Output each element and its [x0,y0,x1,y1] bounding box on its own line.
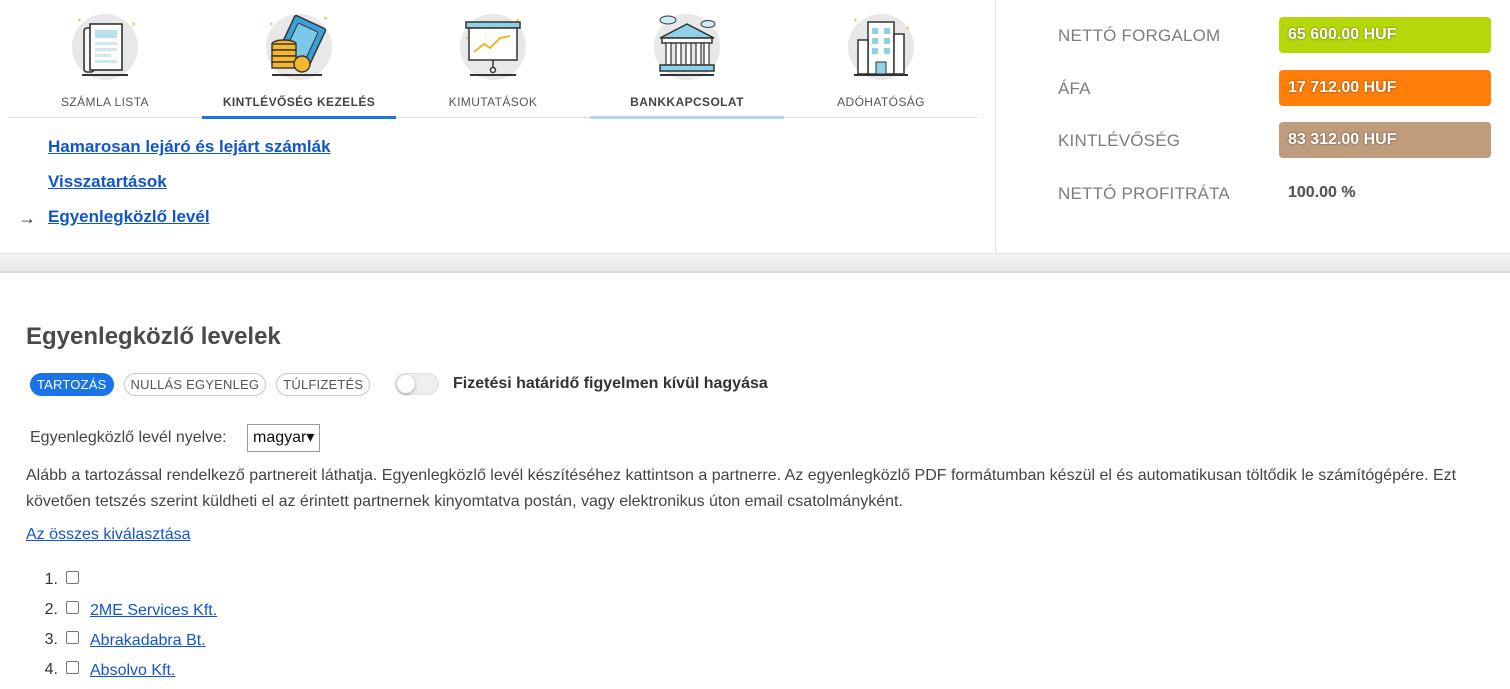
partner-list: 1. 2. 2ME Services Kft. 3. Abrakadabra B… [40,565,440,685]
partner-checkbox[interactable] [66,571,79,584]
description-text: Alább a tartozással rendelkező partnerei… [26,467,1457,510]
stat-value-badge: 83 312.00 HUF [1279,122,1491,158]
select-all-link[interactable]: Az összes kiválasztása [26,526,191,544]
tab-bankkapcsolat[interactable]: BANKKAPCSOLAT [590,0,784,119]
main-content: Egyenlegközlő levelek TARTOZÁS NULLÁS EG… [0,275,1510,689]
balance-letter-link[interactable]: Egyenlegközlő levél [48,207,210,227]
stat-value: 100.00 % [1288,184,1356,201]
stat-netto-profitrata: NETTÓ PROFITRÁTA 100.00 % [1058,175,1498,211]
stat-value-badge: 65 600.00 HUF [1279,17,1491,53]
filter-tartozas[interactable]: TARTOZÁS [30,373,114,396]
tab-kimutatasok[interactable]: KIMUTATÁSOK [396,0,590,118]
list-number: 2. [44,601,58,618]
toggle-label: Fizetési határidő figyelmen kívül hagyás… [453,375,768,392]
stat-value-badge: 17 712.00 HUF [1279,70,1491,106]
tab-szamla-lista[interactable]: SZÁMLA LISTA [8,0,202,118]
partner-checkbox[interactable] [66,661,79,674]
invoice-list-icon [72,14,138,80]
language-value: magyar [253,429,307,446]
list-item: 2. 2ME Services Kft. [40,595,440,625]
toggle-knob [397,375,415,393]
bank-building-icon [654,14,720,80]
list-number: 4. [44,661,58,678]
retentions-link[interactable]: Visszatartások [48,172,167,192]
tab-label: KINTLÉVŐSÉG KEZELÉS [222,95,376,109]
list-item: 3. Abrakadabra Bt. [40,625,440,655]
coins-money-icon [266,14,332,80]
stat-label: ÁFA [1058,79,1091,98]
office-building-icon [848,14,914,80]
partner-checkbox[interactable] [66,601,79,614]
caret-down-icon: ▾ [306,429,315,446]
arrow-right-icon: → [18,208,36,228]
stat-label: NETTÓ FORGALOM [1058,26,1221,45]
main-tabs: SZÁMLA LISTA KINTLÉVŐSÉG KEZELÉS KIMUTAT… [8,0,978,119]
presentation-chart-icon [460,14,526,80]
tab-label: KIMUTATÁSOK [448,95,538,109]
ignore-due-date-toggle[interactable] [395,373,439,395]
partner-link[interactable]: 2ME Services Kft. [90,602,217,620]
partner-link[interactable]: Absolvo Kft. [90,662,175,680]
list-number: 1. [44,571,58,588]
list-item: 1. [40,565,440,595]
language-label: Egyenlegközlő levél nyelve: [30,429,227,446]
stat-label: KINTLÉVŐSÉG [1058,131,1181,150]
tab-label: SZÁMLA LISTA [61,95,149,109]
navigation-area: SZÁMLA LISTA KINTLÉVŐSÉG KEZELÉS KIMUTAT… [0,0,996,253]
partner-link[interactable]: Abrakadabra Bt. [90,632,206,650]
page-title: Egyenlegközlő levelek [26,323,281,350]
top-section: SZÁMLA LISTA KINTLÉVŐSÉG KEZELÉS KIMUTAT… [0,0,1510,253]
filter-tulfizetes[interactable]: TÚLFIZETÉS [276,373,371,396]
tab-label: BANKKAPCSOLAT [630,95,744,109]
tab-underline-hover [590,116,784,119]
tab-kintlevoseg-kezeles[interactable]: KINTLÉVŐSÉG KEZELÉS [202,0,396,119]
partner-checkbox[interactable] [66,631,79,644]
tab-label: ADÓHATÓSÁG [837,95,925,109]
stat-netto-forgalom: NETTÓ FORGALOM 65 600.00 HUF [1058,17,1498,53]
stat-label: NETTÓ PROFITRÁTA [1058,184,1230,203]
list-item: 4. Absolvo Kft. [40,655,440,685]
language-select[interactable]: magyar▾ [247,424,321,452]
expiring-invoices-link[interactable]: Hamarosan lejáró és lejárt számlák [48,137,331,157]
list-number: 3. [44,631,58,648]
stat-afa: ÁFA 17 712.00 HUF [1058,70,1498,106]
stat-kintlevoseg: KINTLÉVŐSÉG 83 312.00 HUF [1058,122,1498,158]
filter-nullas-egyenleg[interactable]: NULLÁS EGYENLEG [123,373,267,396]
balance-filter-pills: TARTOZÁS NULLÁS EGYENLEG TÚLFIZETÉS [30,373,371,396]
tab-underline-active [202,116,396,119]
tab-underline [396,116,590,119]
tab-underline [784,116,978,119]
section-divider [0,253,1510,273]
tab-adohatosag[interactable]: ADÓHATÓSÁG [784,0,978,118]
tab-underline [8,116,202,119]
